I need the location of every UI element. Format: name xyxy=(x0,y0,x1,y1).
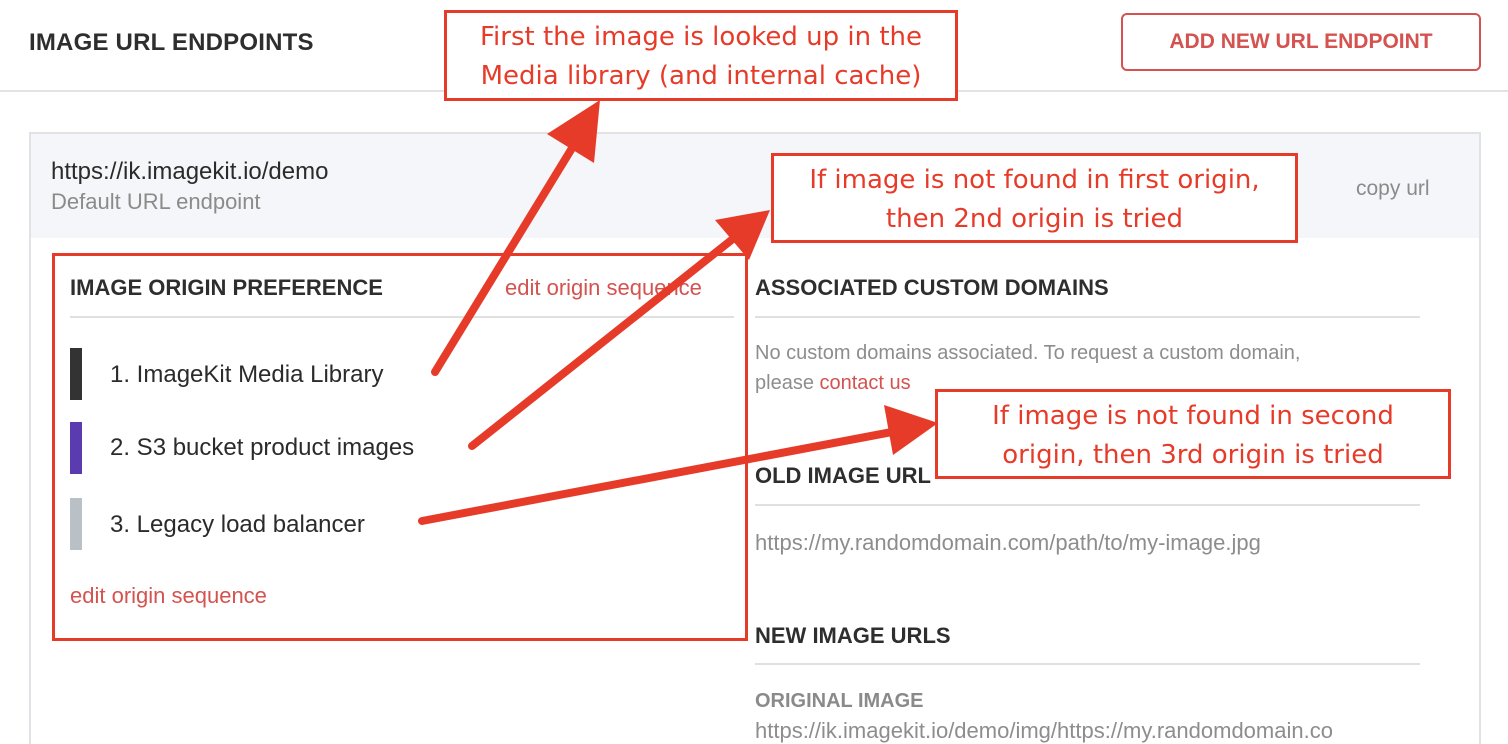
annotation-third-line2: origin, then 3rd origin is tried xyxy=(1002,440,1384,470)
arrow-1-head xyxy=(547,100,600,163)
arrow-3-shaft xyxy=(418,428,896,525)
annotation-third-line1: If image is not found in second xyxy=(992,401,1394,431)
arrow-3-head xyxy=(884,405,938,455)
annotation-second-origin: If image is not found in first origin, t… xyxy=(771,153,1298,243)
arrow-1-shaft xyxy=(431,136,581,376)
annotation-first-line2: Media library (and internal cache) xyxy=(480,61,922,91)
annotation-second-line1: If image is not found in first origin, xyxy=(809,165,1260,195)
arrow-2-head xyxy=(715,210,770,260)
annotation-first-origin: First the image is looked up in the Medi… xyxy=(444,10,958,101)
annotation-second-line2: then 2nd origin is tried xyxy=(885,204,1184,234)
annotation-first-line1: First the image is looked up in the xyxy=(479,22,922,52)
annotation-arrows xyxy=(418,100,938,525)
arrow-2-shaft xyxy=(468,234,738,450)
annotation-third-origin: If image is not found in second origin, … xyxy=(935,389,1451,479)
